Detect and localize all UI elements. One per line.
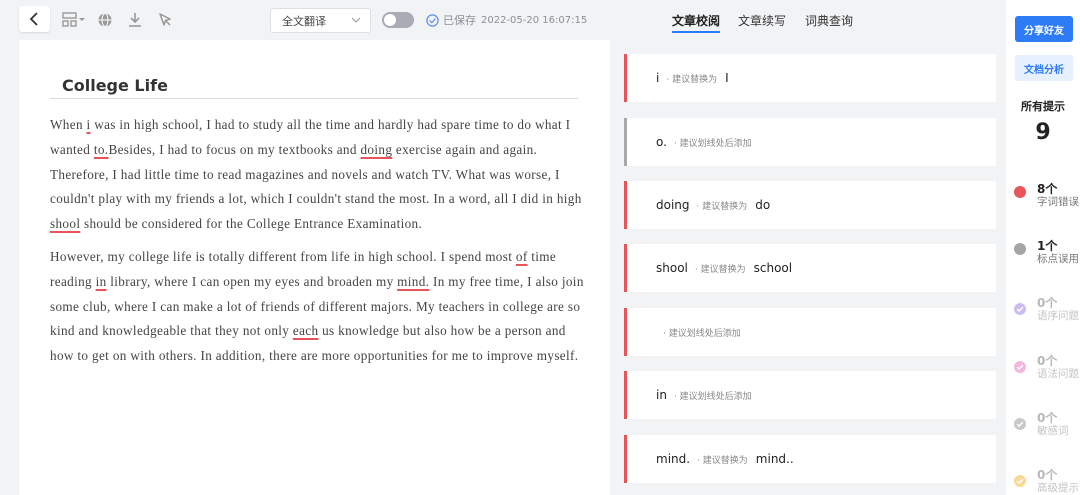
suggestion-card[interactable]: · 建议划线处后添加 <box>624 308 996 356</box>
suggestion-word: mind. <box>656 452 691 466</box>
suggestion-replacement: mind.. <box>755 452 794 466</box>
suggestion-word: o. <box>656 135 667 149</box>
hint-category[interactable]: 0个 高级提示 <box>1014 466 1080 495</box>
text-run: However, my college life is totally diff… <box>50 249 516 264</box>
all-hints-count: 9 <box>1035 120 1051 145</box>
document-panel: College Life When i was in high school, … <box>19 40 610 495</box>
document-title[interactable]: College Life <box>62 76 168 95</box>
suggestion-hint: · 建议替换为 <box>666 74 718 85</box>
hint-category[interactable]: 8个 字词错误 <box>1014 180 1080 210</box>
check-circle-icon <box>426 13 439 27</box>
globe-icon[interactable] <box>94 9 116 31</box>
all-hints-label: 所有提示 <box>1021 100 1065 113</box>
error-word[interactable]: shool <box>50 216 80 231</box>
text-run: library, where I can open my eyes and br… <box>106 273 398 289</box>
tab-proofread[interactable]: 文章校阅 <box>672 12 721 33</box>
layout-menu-icon[interactable] <box>62 9 86 31</box>
saved-label: 已保存 <box>443 14 476 27</box>
dot-icon <box>1014 186 1026 198</box>
check-circle-icon <box>1014 415 1026 430</box>
text-run: When <box>50 117 87 132</box>
error-word[interactable]: of <box>516 249 528 264</box>
toggle-knob <box>384 14 396 26</box>
suggestion-word: in <box>656 388 667 402</box>
hint-category-name: 高级提示 <box>1037 482 1079 494</box>
suggestion-replacement: I <box>725 71 729 85</box>
hint-category[interactable]: 1个 标点误用 <box>1014 237 1080 267</box>
share-friends-button[interactable]: 分享好友 <box>1015 16 1073 42</box>
suggestion-word: doing <box>656 198 690 212</box>
hint-category-name: 标点误用 <box>1037 253 1079 265</box>
translate-select-value: 全文翻译 <box>282 14 326 28</box>
suggestion-card[interactable]: o. · 建议划线处后添加 <box>624 118 996 166</box>
download-icon[interactable] <box>124 9 146 31</box>
check-circle-icon <box>1014 300 1026 315</box>
text-run: Besides, I had to focus on my textbooks … <box>108 141 361 157</box>
hint-category-name: 语法问题 <box>1037 368 1079 380</box>
hint-category[interactable]: 0个 语序问题 <box>1014 294 1080 324</box>
suggestion-hint: · 建议替换为 <box>697 455 748 466</box>
paragraph-2[interactable]: However, my college life is totally diff… <box>50 245 590 369</box>
chevron-down-icon <box>351 17 361 23</box>
suggestion-hint: · 建议替换为 <box>694 264 746 275</box>
suggestion-replacement: do <box>755 198 771 212</box>
check-circle-icon <box>1014 472 1026 487</box>
error-word[interactable]: mind. <box>397 274 429 289</box>
suggestion-hint: · 建议替换为 <box>696 201 748 212</box>
suggestion-word: i <box>656 71 660 85</box>
dot-icon <box>1014 243 1026 255</box>
suggestion-card[interactable]: in · 建议划线处后添加 <box>624 371 996 419</box>
tab-dictionary[interactable]: 词典查询 <box>805 12 853 29</box>
right-panel: 分享好友 文档分析 所有提示 9 8个 字词错误 1个 标点误用 0个 语序问题 0个 语法问… <box>1006 0 1080 495</box>
hint-category-name: 语序问题 <box>1037 310 1079 322</box>
translate-select[interactable]: 全文翻译 <box>270 8 371 33</box>
title-divider <box>50 98 578 99</box>
suggestion-hint: · 建议划线处后添加 <box>663 328 741 339</box>
text-run: should be considered for the College Ent… <box>80 216 423 232</box>
suggestion-hint: · 建议划线处后添加 <box>673 391 752 402</box>
suggestion-card[interactable]: mind. · 建议替换为 mind.. <box>624 435 996 483</box>
suggestion-hint: · 建议划线处后添加 <box>673 138 752 149</box>
suggestion-card[interactable]: doing · 建议替换为 do <box>624 181 996 229</box>
suggestion-card[interactable]: i · 建议替换为 I <box>624 54 996 102</box>
hint-category-name: 字词错误 <box>1037 196 1079 208</box>
suggestion-replacement: school <box>753 261 793 275</box>
error-word[interactable]: each <box>293 323 319 338</box>
tab-continue-writing[interactable]: 文章续写 <box>738 12 786 29</box>
toolbar: 全文翻译 已保存 2022-05-20 16:07:15 文章校阅 文章续写 词… <box>0 0 1006 40</box>
check-circle-icon <box>1014 358 1026 373</box>
hint-category[interactable]: 0个 敏感词 <box>1014 409 1080 439</box>
suggestion-word: shool <box>656 261 688 275</box>
error-word[interactable]: to. <box>94 142 109 157</box>
hint-category[interactable]: 0个 语法问题 <box>1014 352 1080 382</box>
saved-time: 2022-05-20 16:07:15 <box>481 14 588 26</box>
error-word[interactable]: in <box>96 274 107 289</box>
paragraph-1[interactable]: When i was in high school, I had to stud… <box>50 113 590 237</box>
saved-status: 已保存 2022-05-20 16:07:15 <box>426 12 587 28</box>
suggestion-card[interactable]: shool · 建议替换为 school <box>624 244 996 292</box>
document-analysis-button[interactable]: 文档分析 <box>1015 55 1073 81</box>
toggle-switch[interactable] <box>382 12 414 28</box>
pointer-icon[interactable] <box>154 9 176 31</box>
error-word[interactable]: doing <box>360 142 392 157</box>
chevron-left-icon <box>29 12 38 26</box>
back-button[interactable] <box>19 6 50 32</box>
hint-category-name: 敏感词 <box>1037 425 1069 437</box>
